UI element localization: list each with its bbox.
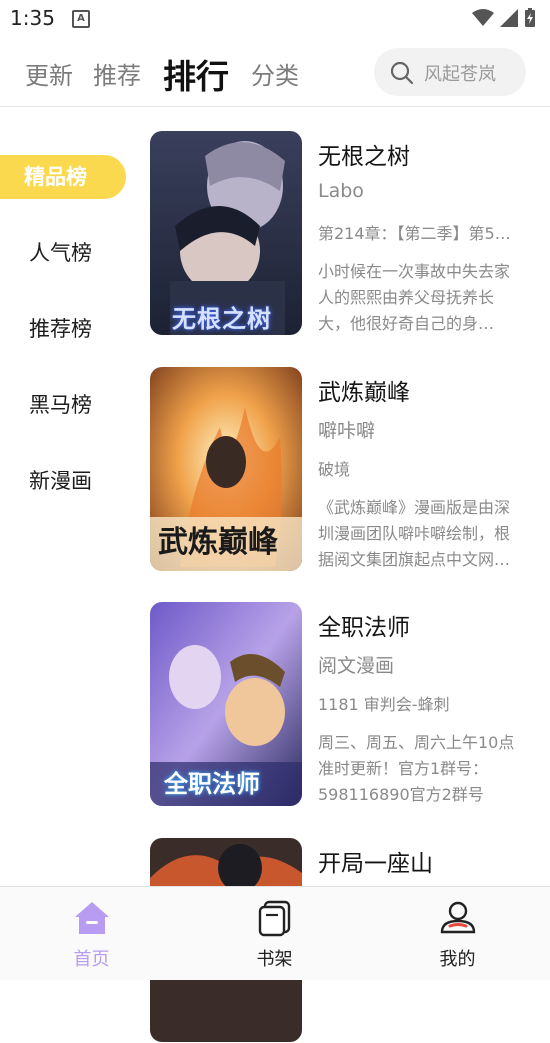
comic-cover[interactable]: 武炼巅峰	[150, 367, 302, 571]
nav-bookshelf-label: 书架	[256, 949, 293, 970]
comic-title[interactable]: 全职法师	[318, 608, 410, 642]
comic-title[interactable]: 无根之树	[318, 137, 410, 171]
comic-latest-chapter: 破境	[318, 460, 351, 479]
tab-category[interactable]: 分类	[251, 56, 299, 91]
sidebar-item-popular[interactable]: 人气榜	[0, 231, 126, 275]
wifi-icon	[472, 9, 494, 26]
sidebar-item-new-comics[interactable]: 新漫画	[0, 459, 126, 503]
status-time: 1:35	[10, 6, 55, 30]
nav-home-label: 首页	[73, 949, 110, 970]
comic-description: 小时候在一次事故中失去家人的熙熙由养父母抚养长大，他很好奇自己的身世……	[318, 262, 511, 333]
comic-title[interactable]: 武炼巅峰	[318, 373, 410, 407]
comic-description: 周三、周五、周六上午10点准时更新！官方1群号：598116890官方2群号	[318, 733, 515, 804]
comic-title[interactable]: 开局一座山	[318, 844, 433, 878]
tab-updates[interactable]: 更新	[25, 56, 73, 91]
system-icons	[472, 8, 536, 28]
comic-latest-chapter: 1181 审判会-蜂刺	[318, 695, 450, 714]
bottom-nav: 首页 书架 我的	[0, 886, 550, 980]
notification-icon: A	[72, 10, 90, 28]
comic-cover[interactable]: 全职法师	[150, 602, 302, 806]
comic-author: Labo	[318, 180, 364, 202]
home-icon	[74, 902, 109, 934]
battery-icon	[525, 8, 535, 27]
nav-profile-label: 我的	[439, 949, 476, 970]
sidebar-item-recommended[interactable]: 推荐榜	[0, 307, 126, 351]
comic-author: 阅文漫画	[318, 655, 395, 677]
nav-home[interactable]: 首页	[0, 887, 183, 980]
comic-author: 噼咔噼	[318, 420, 376, 442]
tab-ranking[interactable]: 排行	[163, 50, 229, 98]
comic-card[interactable]: 武炼巅峰 武炼巅峰 噼咔噼 破境 《武炼巅峰》漫画版是由深圳漫画团队噼咔噼绘制，…	[150, 367, 530, 572]
signal-icon	[500, 9, 518, 27]
bookshelf-icon	[258, 900, 290, 937]
status-bar: 1:35 A	[0, 0, 550, 38]
cover-title: 无根之树	[172, 305, 272, 333]
comic-latest-chapter: 第214章：【第二季】第53话 温泉之夜	[318, 224, 518, 243]
comic-cover[interactable]: 无根之树	[150, 131, 302, 335]
comic-description: 《武炼巅峰》漫画版是由深圳漫画团队噼咔噼绘制，根据阅文集团旗起点中文网同名小说改…	[318, 498, 511, 569]
top-tab-bar: 更新 推荐 排行 分类 风起苍岚	[0, 38, 550, 107]
search-placeholder: 风起苍岚	[424, 64, 496, 85]
cover-title: 武炼巅峰	[158, 525, 278, 560]
nav-bookshelf[interactable]: 书架	[183, 887, 366, 980]
cover-title: 全职法师	[164, 770, 260, 798]
search-icon	[390, 61, 414, 85]
sidebar-item-premium[interactable]: 精品榜	[0, 155, 126, 199]
comic-card[interactable]: 无根之树 无根之树 Labo 第214章：【第二季】第53话 温泉之夜 小时候在…	[150, 131, 530, 336]
nav-profile[interactable]: 我的	[366, 887, 549, 980]
search-box[interactable]: 风起苍岚	[374, 48, 526, 96]
profile-icon	[440, 901, 475, 934]
comic-card[interactable]: 全职法师 全职法师 阅文漫画 1181 审判会-蜂刺 周三、周五、周六上午10点…	[150, 602, 530, 807]
tab-recommend[interactable]: 推荐	[93, 56, 141, 91]
sidebar-item-dark-horse[interactable]: 黑马榜	[0, 383, 126, 427]
